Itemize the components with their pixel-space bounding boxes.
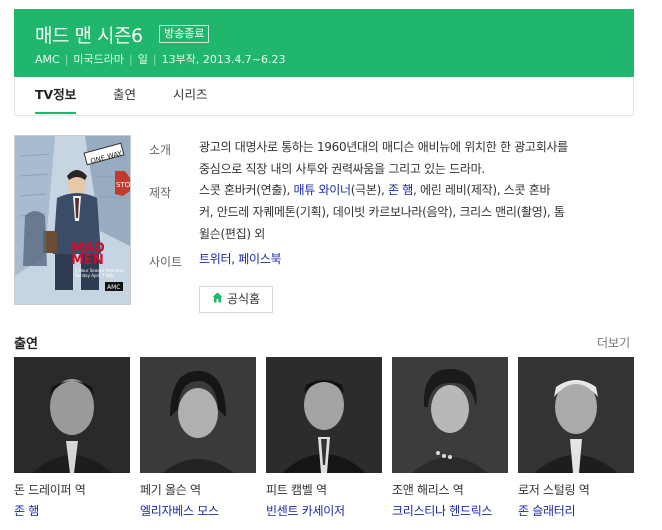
cast-card[interactable]: 돈 드레이퍼 역 존 햄: [14, 357, 130, 519]
poster-art: ONE WAY STOP MAD MEN 2 Hour Season Premi…: [15, 136, 130, 304]
cast-photo[interactable]: [266, 357, 382, 473]
cast-photo[interactable]: [14, 357, 130, 473]
tab-tv-info[interactable]: TV정보: [35, 77, 77, 114]
tab-bar: TV정보 출연 시리즈: [14, 77, 634, 116]
facebook-link[interactable]: 페이스북: [238, 252, 281, 266]
poster-sign-stop: STOP: [116, 181, 130, 189]
cast-role: 피트 캠벨 역: [266, 483, 327, 497]
official-homepage-button[interactable]: 공식홈: [199, 286, 273, 313]
tab-series[interactable]: 시리즈: [173, 77, 208, 114]
cast-photo[interactable]: [518, 357, 634, 473]
intro-line-2: 중심으로 직장 내의 사투와 권력싸움을 그리고 있는 드라마.: [199, 162, 485, 176]
site-label: 사이트: [149, 255, 183, 269]
twitter-link[interactable]: 트위터: [199, 252, 232, 266]
production-line-2: 커, 안드레 자퀘메톤(기획), 데이빗 카르보나라(음악), 크리스 맨리(촬…: [199, 205, 565, 219]
cast-card[interactable]: 조앤 해리스 역 크리스티나 헨드릭스: [392, 357, 508, 519]
home-icon: [212, 287, 223, 312]
status-badge: 방송종료: [159, 25, 210, 43]
intro-text: 광고의 대명사로 통하는 1960년대의 매디슨 애비뉴에 위치한 한 광고회사…: [199, 136, 619, 180]
production-text: 스콧 혼바커(연출), 매튜 와이너(극본), 존 햄, 에린 레비(제작), …: [199, 179, 619, 245]
intro-label: 소개: [149, 143, 172, 157]
cast-card[interactable]: 페기 올슨 역 엘리자베스 모스: [140, 357, 256, 519]
meta-network[interactable]: AMC: [35, 53, 60, 66]
cast-role: 돈 드레이퍼 역: [14, 483, 86, 497]
cast-photo[interactable]: [392, 357, 508, 473]
meta-episodes: 13부작, 2013.4.7~6.23: [161, 53, 286, 66]
production-line-3: 윌슨(편집) 외: [199, 227, 265, 241]
cast-name-link[interactable]: 빈센트 카세이저: [266, 502, 382, 519]
production-label: 제작: [149, 186, 172, 200]
poster-logo-men: MEN: [71, 253, 104, 268]
director-name: 스콧 혼바커: [199, 183, 257, 197]
meta-day: 일: [137, 53, 148, 66]
intro-line-1: 광고의 대명사로 통하는 1960년대의 매디슨 애비뉴에 위치한 한 광고회사…: [199, 140, 568, 154]
writer-link[interactable]: 매튜 와이너: [294, 183, 352, 197]
poster-tagline-date: Sunday April 7 9/8c: [75, 273, 114, 278]
cast-name-link[interactable]: 엘리자베스 모스: [140, 502, 256, 519]
site-links: 트위터, 페이스북: [199, 252, 282, 266]
page-title: 매드 맨 시즌6: [35, 25, 143, 47]
cast-section-title: 출연: [14, 337, 38, 352]
meta-genre[interactable]: 미국드라마: [73, 53, 124, 66]
cast-role: 로저 스털링 역: [518, 483, 590, 497]
production-line-1: 스콧 혼바커(연출), 매튜 와이너(극본), 존 햄, 에린 레비(제작), …: [199, 183, 551, 197]
poster-network-logo: AMC: [107, 284, 120, 291]
cast-name-link[interactable]: 크리스티나 헨드릭스: [392, 502, 508, 519]
cast-card[interactable]: 로저 스털링 역 존 슬래터리: [518, 357, 634, 519]
cast-role: 페기 올슨 역: [140, 483, 201, 497]
cast-role: 조앤 해리스 역: [392, 483, 464, 497]
cast-name-link[interactable]: 존 햄: [14, 502, 130, 519]
program-meta: AMC | 미국드라마 | 일 | 13부작, 2013.4.7~6.23: [35, 53, 286, 66]
cast-photo[interactable]: [140, 357, 256, 473]
producer-link[interactable]: 존 햄: [388, 183, 413, 197]
cast-card[interactable]: 피트 캠벨 역 빈센트 카세이저: [266, 357, 382, 519]
homepage-button-label: 공식홈: [226, 292, 261, 306]
tab-cast[interactable]: 출연: [113, 77, 136, 114]
program-header: 매드 맨 시즌6 방송종료 AMC | 미국드라마 | 일 | 13부작, 2013.4.7…: [14, 9, 634, 77]
poster-image[interactable]: ONE WAY STOP MAD MEN 2 Hour Season Premi…: [14, 135, 131, 305]
cast-name-link[interactable]: 존 슬래터리: [518, 502, 634, 519]
more-link[interactable]: 더보기: [597, 334, 630, 351]
